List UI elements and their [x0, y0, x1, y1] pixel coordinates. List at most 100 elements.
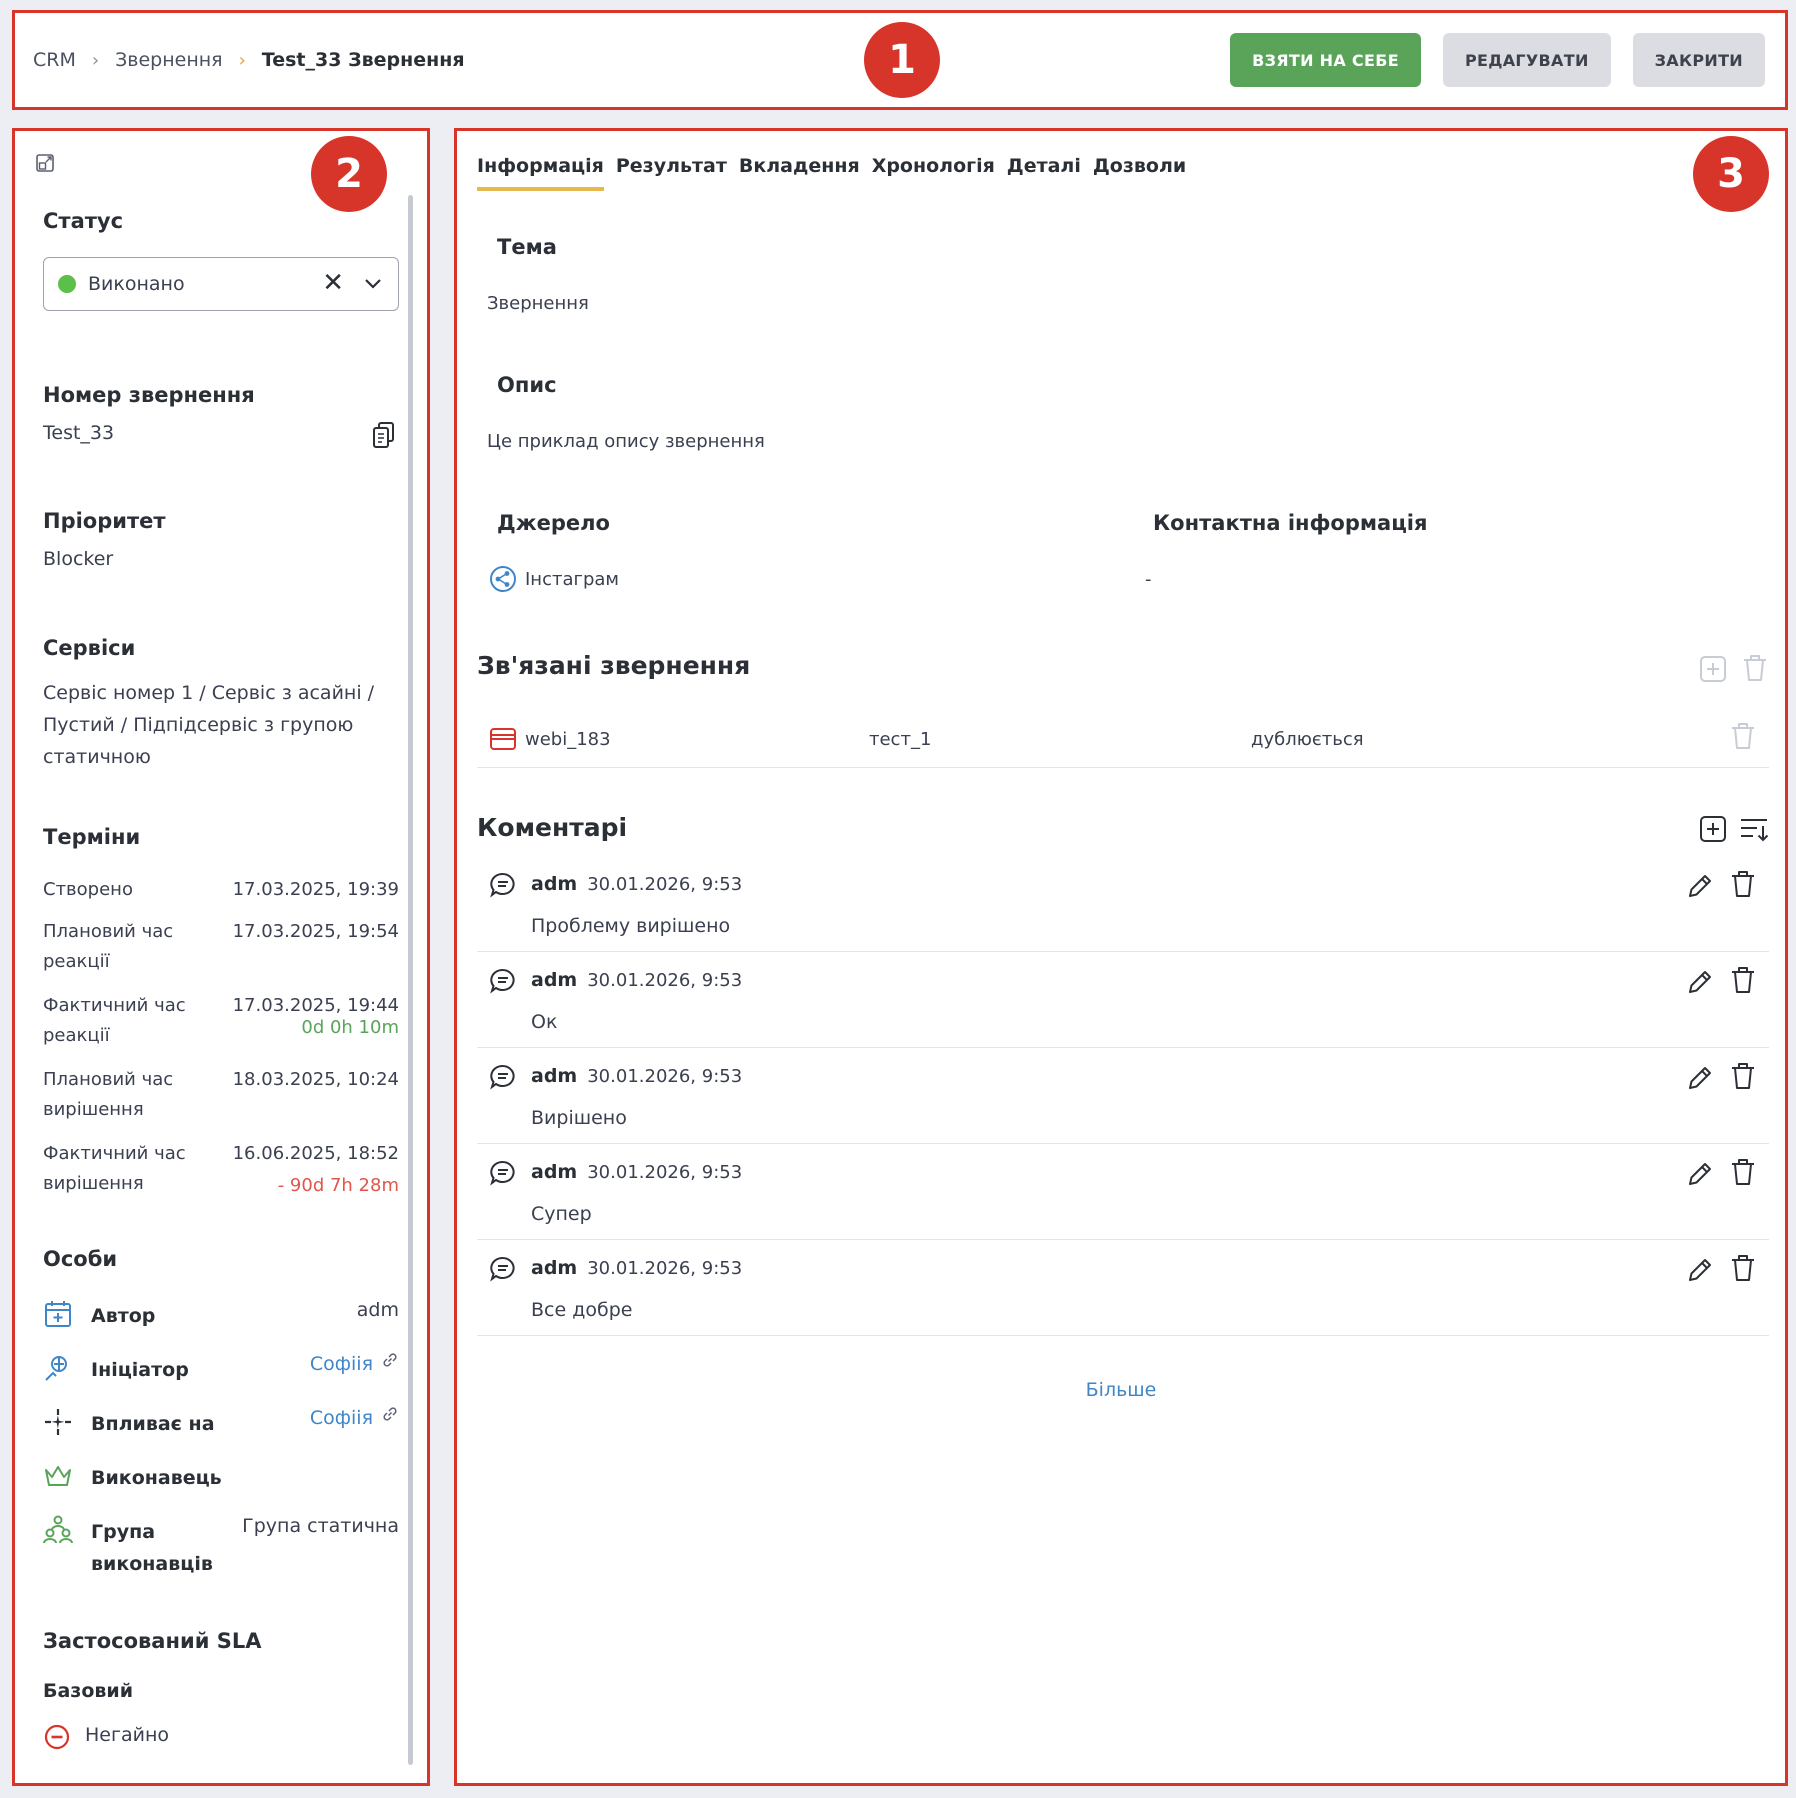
- expand-icon[interactable]: [35, 153, 55, 173]
- divider: [477, 1143, 1769, 1144]
- share-icon: [490, 566, 516, 592]
- person-executor: Виконавець: [43, 1461, 399, 1501]
- source-label: Джерело: [497, 511, 610, 535]
- sort-icon[interactable]: [1739, 815, 1769, 843]
- edit-icon[interactable]: [1685, 871, 1715, 901]
- comment-text: Вирішено: [531, 1107, 627, 1129]
- comment-header: adm 30.01.2026, 9:53: [531, 1161, 742, 1183]
- copy-icon[interactable]: [371, 421, 397, 449]
- comment-author: adm: [531, 1161, 578, 1183]
- initiator-link[interactable]: Софіія: [310, 1353, 373, 1375]
- sla-label: Застосований SLA: [43, 1629, 262, 1653]
- comment-text: Проблему вирішено: [531, 915, 731, 937]
- folder-icon: [490, 728, 516, 750]
- comment-text: Ок: [531, 1011, 558, 1033]
- main-panel: Інформація Результат Вкладення Хронологі…: [454, 128, 1788, 1786]
- related-title: Зв'язані звернення: [477, 651, 751, 680]
- link-icon[interactable]: [381, 1405, 399, 1423]
- comment-icon: [490, 968, 515, 994]
- sla-value: Негайно: [85, 1724, 169, 1746]
- edit-icon[interactable]: [1685, 1063, 1715, 1093]
- trash-icon[interactable]: [1741, 653, 1769, 683]
- tab-history[interactable]: Хронологія: [872, 155, 995, 191]
- annotation-badge-2: 2: [311, 136, 387, 212]
- take-button[interactable]: ВЗЯТИ НА СЕБЕ: [1230, 33, 1421, 87]
- related-id[interactable]: webi_183: [525, 729, 611, 750]
- trash-icon[interactable]: [1729, 1061, 1757, 1091]
- topic-label: Тема: [497, 235, 557, 259]
- priority-label: Пріоритет: [43, 509, 166, 533]
- trash-icon[interactable]: [1729, 965, 1757, 995]
- comment-icon: [490, 872, 515, 898]
- group-icon: [43, 1515, 73, 1544]
- comment-time: 30.01.2026, 9:53: [587, 1161, 743, 1183]
- tab-details[interactable]: Деталі: [1007, 155, 1081, 191]
- resolution-delta: - 90d 7h 28m: [277, 1175, 399, 1196]
- tab-info[interactable]: Інформація: [477, 155, 604, 191]
- link-icon[interactable]: [381, 1351, 399, 1369]
- more-link[interactable]: Більше: [457, 1379, 1785, 1401]
- comment-time: 30.01.2026, 9:53: [587, 1257, 743, 1279]
- divider: [477, 1047, 1769, 1048]
- comment-author: adm: [531, 1065, 578, 1087]
- edit-icon[interactable]: [1685, 967, 1715, 997]
- close-button[interactable]: ЗАКРИТИ: [1632, 33, 1765, 87]
- sidebar-scrollbar[interactable]: [408, 195, 413, 1765]
- comment-author: adm: [531, 1257, 578, 1279]
- person-affects: Впливає на Софіія: [43, 1407, 399, 1447]
- trash-icon[interactable]: [1729, 869, 1757, 899]
- sidebar-panel: Статус Виконано ✕ Номер звернення Test_3…: [12, 128, 430, 1786]
- comment-text: Супер: [531, 1203, 592, 1225]
- comment-text: Все добре: [531, 1299, 633, 1321]
- comment-time: 30.01.2026, 9:53: [587, 1065, 743, 1087]
- comment-header: adm 30.01.2026, 9:53: [531, 873, 742, 895]
- chevron-down-icon[interactable]: [362, 272, 384, 294]
- calendar-plus-icon: [45, 1301, 71, 1327]
- edit-icon[interactable]: [1685, 1255, 1715, 1285]
- breadcrumb-crm[interactable]: CRM: [33, 49, 76, 71]
- breadcrumb-current: Test_33 Звернення: [261, 49, 465, 71]
- number-label: Номер звернення: [43, 383, 255, 407]
- tab-attachments[interactable]: Вкладення: [739, 155, 860, 191]
- person-headset-icon: [45, 1356, 67, 1381]
- comment-header: adm 30.01.2026, 9:53: [531, 1065, 742, 1087]
- comment-author: adm: [531, 969, 578, 991]
- trash-icon[interactable]: [1729, 1157, 1757, 1187]
- divider: [477, 1335, 1769, 1336]
- trash-icon[interactable]: [1729, 1253, 1757, 1283]
- comment-icon: [490, 1160, 515, 1186]
- edit-button[interactable]: РЕДАГУВАТИ: [1442, 33, 1611, 87]
- annotation-badge-1: 1: [864, 22, 940, 98]
- comment-time: 30.01.2026, 9:53: [587, 873, 743, 895]
- comment-header: adm 30.01.2026, 9:53: [531, 969, 742, 991]
- tab-result[interactable]: Результат: [616, 155, 727, 191]
- priority-value: Blocker: [43, 548, 114, 570]
- affects-link[interactable]: Софіія: [310, 1407, 373, 1429]
- comment-icon: [490, 1064, 515, 1090]
- comment-author: adm: [531, 873, 578, 895]
- edit-icon[interactable]: [1685, 1159, 1715, 1189]
- divider: [477, 767, 1769, 768]
- trash-icon[interactable]: [1729, 721, 1757, 751]
- services-label: Сервіси: [43, 636, 136, 660]
- annotation-badge-3: 3: [1693, 136, 1769, 212]
- comment-header: adm 30.01.2026, 9:53: [531, 1257, 742, 1279]
- tab-permissions[interactable]: Дозволи: [1093, 155, 1186, 191]
- status-select[interactable]: Виконано ✕: [43, 257, 399, 311]
- status-value: Виконано: [88, 273, 185, 295]
- add-related-icon[interactable]: [1699, 655, 1727, 683]
- reaction-delta: 0d 0h 10m: [301, 1017, 399, 1038]
- add-comment-icon[interactable]: [1699, 815, 1727, 843]
- clear-icon[interactable]: ✕: [322, 268, 344, 298]
- breadcrumb-requests[interactable]: Звернення: [115, 49, 223, 71]
- comment-icon: [490, 1256, 515, 1282]
- status-label: Статус: [43, 209, 124, 233]
- services-line-1: Сервіс номер 1 / Сервіс з асайні /: [43, 682, 375, 704]
- related-relation: дублюється: [1251, 729, 1364, 750]
- description-label: Опис: [497, 373, 557, 397]
- persons-label: Особи: [43, 1247, 118, 1271]
- chevron-right-icon: ›: [91, 49, 100, 71]
- divider: [477, 951, 1769, 952]
- contact-label: Контактна інформація: [1153, 511, 1428, 535]
- number-value: Test_33: [43, 422, 115, 444]
